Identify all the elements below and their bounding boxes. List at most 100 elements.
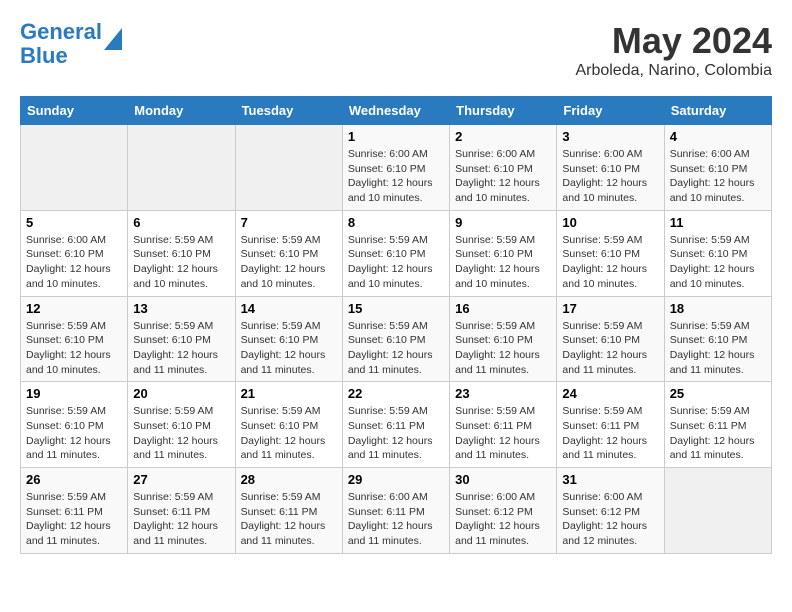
day-info: Sunrise: 5:59 AMSunset: 6:10 PMDaylight:… (455, 319, 551, 378)
day-number: 19 (26, 386, 122, 401)
day-number: 23 (455, 386, 551, 401)
calendar-cell: 16 Sunrise: 5:59 AMSunset: 6:10 PMDayligh… (450, 296, 557, 382)
day-number: 2 (455, 129, 551, 144)
day-info: Sunrise: 5:59 AMSunset: 6:10 PMDaylight:… (670, 319, 766, 378)
calendar-cell: 8Sunrise: 5:59 AMSunset: 6:10 PMDaylight… (342, 210, 449, 296)
day-info: Sunrise: 5:59 AMSunset: 6:10 PMDaylight:… (562, 233, 658, 292)
calendar-week-row: 26 Sunrise: 5:59 AMSunset: 6:11 PMDayligh… (21, 468, 772, 554)
weekday-header: Friday (557, 97, 664, 125)
calendar-cell: 27 Sunrise: 5:59 AMSunset: 6:11 PMDayligh… (128, 468, 235, 554)
day-info: Sunrise: 5:59 AMSunset: 6:11 PMDaylight:… (133, 490, 229, 549)
day-number: 21 (241, 386, 337, 401)
weekday-header: Thursday (450, 97, 557, 125)
logo: GeneralBlue (20, 20, 122, 68)
day-number: 25 (670, 386, 766, 401)
weekday-header: Monday (128, 97, 235, 125)
calendar-cell: 15 Sunrise: 5:59 AMSunset: 6:10 PMDayligh… (342, 296, 449, 382)
day-info: Sunrise: 5:59 AMSunset: 6:11 PMDaylight:… (26, 490, 122, 549)
day-number: 15 (348, 301, 444, 316)
calendar-cell: 6 Sunrise: 5:59 AMSunset: 6:10 PMDaylight… (128, 210, 235, 296)
calendar-cell: 21 Sunrise: 5:59 AMSunset: 6:10 PMDayligh… (235, 382, 342, 468)
day-info: Sunrise: 5:59 AMSunset: 6:10 PMDaylight:… (133, 404, 229, 463)
calendar-cell: 17 Sunrise: 5:59 AMSunset: 6:10 PMDayligh… (557, 296, 664, 382)
day-info: Sunrise: 6:00 AMSunset: 6:10 PMDaylight:… (455, 147, 551, 206)
calendar-cell: 9 Sunrise: 5:59 AMSunset: 6:10 PMDaylight… (450, 210, 557, 296)
weekday-header: Saturday (664, 97, 771, 125)
calendar-cell (128, 125, 235, 211)
day-number: 13 (133, 301, 229, 316)
day-info: Sunrise: 5:59 AMSunset: 6:10 PMDaylight:… (562, 319, 658, 378)
day-info: Sunrise: 5:59 AMSunset: 6:10 PMDaylight:… (241, 404, 337, 463)
day-number: 29 (348, 472, 444, 487)
calendar-cell: 22 Sunrise: 5:59 AMSunset: 6:11 PMDayligh… (342, 382, 449, 468)
day-number: 26 (26, 472, 122, 487)
day-number: 22 (348, 386, 444, 401)
day-info: Sunrise: 5:59 AMSunset: 6:10 PMDaylight:… (26, 319, 122, 378)
calendar-cell: 1Sunrise: 6:00 AMSunset: 6:10 PMDaylight… (342, 125, 449, 211)
calendar-cell: 31Sunrise: 6:00 AMSunset: 6:12 PMDayligh… (557, 468, 664, 554)
day-info: Sunrise: 6:00 AMSunset: 6:10 PMDaylight:… (562, 147, 658, 206)
calendar-cell (664, 468, 771, 554)
day-info: Sunrise: 6:00 AMSunset: 6:12 PMDaylight:… (455, 490, 551, 549)
calendar-cell: 29 Sunrise: 6:00 AMSunset: 6:11 PMDayligh… (342, 468, 449, 554)
calendar-cell: 14Sunrise: 5:59 AMSunset: 6:10 PMDayligh… (235, 296, 342, 382)
weekday-header: Sunday (21, 97, 128, 125)
day-number: 27 (133, 472, 229, 487)
day-number: 12 (26, 301, 122, 316)
day-info: Sunrise: 6:00 AMSunset: 6:12 PMDaylight:… (562, 490, 658, 549)
day-number: 5 (26, 215, 122, 230)
calendar-cell: 7Sunrise: 5:59 AMSunset: 6:10 PMDaylight… (235, 210, 342, 296)
day-info: Sunrise: 6:00 AMSunset: 6:10 PMDaylight:… (26, 233, 122, 292)
day-number: 10 (562, 215, 658, 230)
day-info: Sunrise: 6:00 AMSunset: 6:11 PMDaylight:… (348, 490, 444, 549)
calendar-cell (235, 125, 342, 211)
day-info: Sunrise: 5:59 AMSunset: 6:11 PMDaylight:… (562, 404, 658, 463)
day-number: 17 (562, 301, 658, 316)
day-info: Sunrise: 5:59 AMSunset: 6:10 PMDaylight:… (241, 233, 337, 292)
day-info: Sunrise: 6:00 AMSunset: 6:10 PMDaylight:… (670, 147, 766, 206)
day-number: 6 (133, 215, 229, 230)
calendar-week-row: 1 Sunrise: 6:00 AMSunset: 6:10 PMDaylight… (21, 125, 772, 211)
day-info: Sunrise: 5:59 AMSunset: 6:10 PMDaylight:… (133, 233, 229, 292)
calendar-cell: 5 Sunrise: 6:00 AMSunset: 6:10 PMDaylight… (21, 210, 128, 296)
calendar-week-row: 12 Sunrise: 5:59 AMSunset: 6:10 PMDayligh… (21, 296, 772, 382)
calendar-cell: 30Sunrise: 6:00 AMSunset: 6:12 PMDayligh… (450, 468, 557, 554)
logo-text: GeneralBlue (20, 20, 102, 68)
calendar-cell: 24 Sunrise: 5:59 AMSunset: 6:11 PMDayligh… (557, 382, 664, 468)
calendar-cell: 11 Sunrise: 5:59 AMSunset: 6:10 PMDayligh… (664, 210, 771, 296)
calendar-cell: 28Sunrise: 5:59 AMSunset: 6:11 PMDayligh… (235, 468, 342, 554)
day-number: 16 (455, 301, 551, 316)
weekday-header: Wednesday (342, 97, 449, 125)
page-header: GeneralBlue May 2024 Arboleda, Narino, C… (20, 20, 772, 80)
day-number: 1 (348, 129, 444, 144)
weekday-header: Tuesday (235, 97, 342, 125)
calendar-cell: 13 Sunrise: 5:59 AMSunset: 6:10 PMDayligh… (128, 296, 235, 382)
day-info: Sunrise: 5:59 AMSunset: 6:10 PMDaylight:… (670, 233, 766, 292)
day-number: 9 (455, 215, 551, 230)
day-info: Sunrise: 5:59 AMSunset: 6:11 PMDaylight:… (670, 404, 766, 463)
day-number: 20 (133, 386, 229, 401)
day-info: Sunrise: 5:59 AMSunset: 6:10 PMDaylight:… (241, 319, 337, 378)
calendar-cell (21, 125, 128, 211)
day-info: Sunrise: 5:59 AMSunset: 6:11 PMDaylight:… (455, 404, 551, 463)
calendar-cell: 23 Sunrise: 5:59 AMSunset: 6:11 PMDayligh… (450, 382, 557, 468)
day-number: 24 (562, 386, 658, 401)
day-number: 4 (670, 129, 766, 144)
day-info: Sunrise: 5:59 AMSunset: 6:10 PMDaylight:… (455, 233, 551, 292)
day-info: Sunrise: 5:59 AMSunset: 6:11 PMDaylight:… (348, 404, 444, 463)
calendar-week-row: 19 Sunrise: 5:59 AMSunset: 6:10 PMDayligh… (21, 382, 772, 468)
logo-bird-icon (104, 28, 122, 50)
calendar-cell: 25 Sunrise: 5:59 AMSunset: 6:11 PMDayligh… (664, 382, 771, 468)
day-number: 11 (670, 215, 766, 230)
calendar-table: SundayMondayTuesdayWednesdayThursdayFrid… (20, 96, 772, 554)
calendar-cell: 18Sunrise: 5:59 AMSunset: 6:10 PMDayligh… (664, 296, 771, 382)
location-title: Arboleda, Narino, Colombia (575, 62, 772, 80)
calendar-cell: 10 Sunrise: 5:59 AMSunset: 6:10 PMDayligh… (557, 210, 664, 296)
calendar-cell: 20 Sunrise: 5:59 AMSunset: 6:10 PMDayligh… (128, 382, 235, 468)
day-info: Sunrise: 5:59 AMSunset: 6:10 PMDaylight:… (348, 319, 444, 378)
calendar-cell: 2 Sunrise: 6:00 AMSunset: 6:10 PMDaylight… (450, 125, 557, 211)
calendar-cell: 4 Sunrise: 6:00 AMSunset: 6:10 PMDaylight… (664, 125, 771, 211)
day-info: Sunrise: 5:59 AMSunset: 6:10 PMDaylight:… (348, 233, 444, 292)
day-info: Sunrise: 5:59 AMSunset: 6:10 PMDaylight:… (133, 319, 229, 378)
calendar-cell: 19Sunrise: 5:59 AMSunset: 6:10 PMDayligh… (21, 382, 128, 468)
